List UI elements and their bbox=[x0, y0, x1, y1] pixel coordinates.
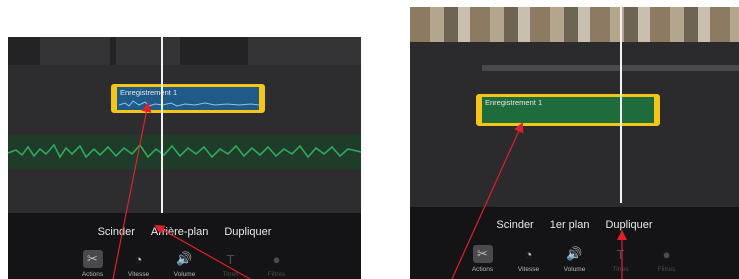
annotation-arrows bbox=[112, 102, 627, 279]
arrow-to-right-clip bbox=[451, 122, 524, 279]
arrow-to-left-clip bbox=[112, 102, 152, 279]
arrow-to-background-option bbox=[154, 225, 251, 279]
